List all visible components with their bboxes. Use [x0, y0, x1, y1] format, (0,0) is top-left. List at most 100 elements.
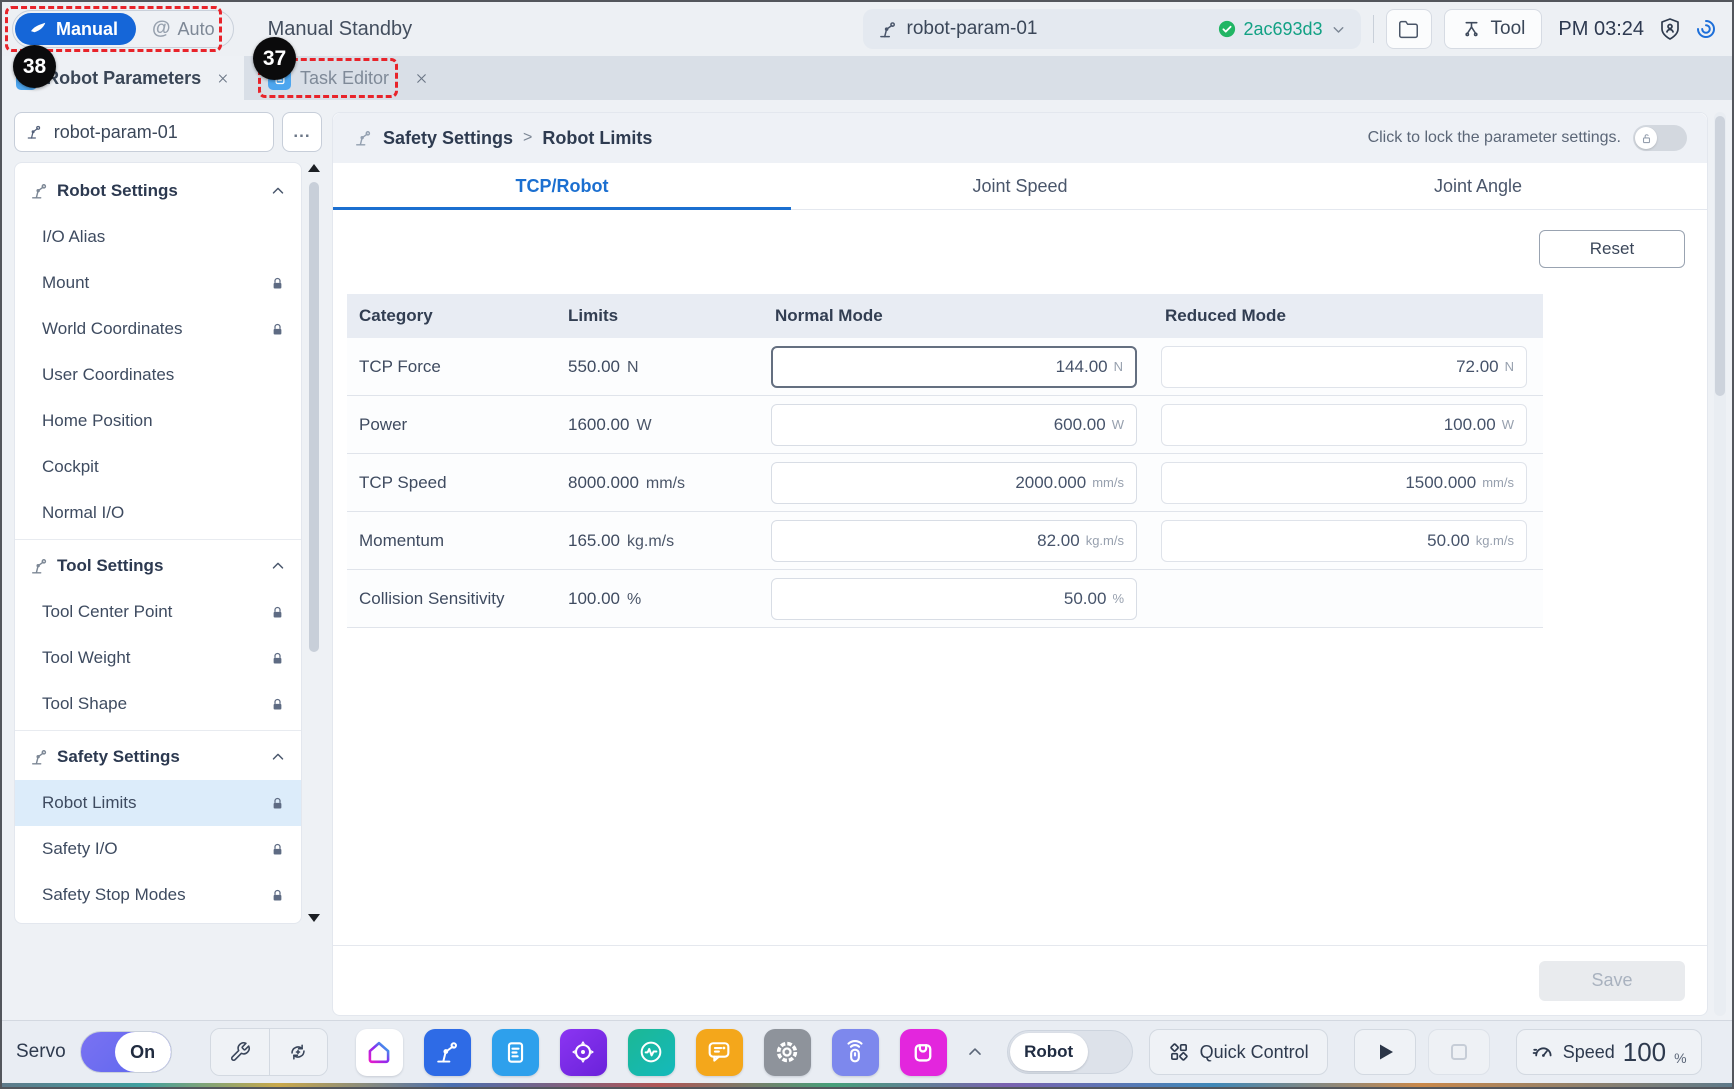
section-safety-settings[interactable]: Safety Settings [15, 734, 301, 780]
sidebar-item-tool-shape[interactable]: Tool Shape [15, 681, 301, 727]
servo-toggle[interactable]: On [80, 1031, 172, 1073]
close-tab-icon[interactable] [414, 71, 429, 86]
remote-control-icon [841, 1038, 869, 1066]
section-tool-settings[interactable]: Tool Settings [15, 543, 301, 589]
parameter-name-field[interactable] [14, 112, 274, 152]
divider [1373, 15, 1374, 43]
parameter-name-input[interactable] [52, 121, 263, 144]
tool-gripper-icon [1461, 19, 1482, 40]
sidebar-item-tool-center-point[interactable]: Tool Center Point [15, 589, 301, 635]
robot-sim-toggle[interactable]: Robot [1007, 1030, 1133, 1074]
tool-button[interactable]: Tool [1444, 9, 1543, 49]
scroll-up-arrow[interactable] [308, 164, 320, 172]
settings-tree: Robot Settings I/O Alias Mount World Coo… [14, 162, 302, 924]
lock-hint-text: Click to lock the parameter settings. [1368, 129, 1621, 147]
robot-icon [29, 181, 49, 201]
sidebar-item-robot-limits[interactable]: Robot Limits [15, 780, 301, 826]
utility-button-group [210, 1028, 328, 1076]
section-robot-settings[interactable]: Robot Settings [15, 168, 301, 214]
limits-content: Reset Category Limits Normal Mode Reduce… [333, 210, 1707, 1015]
auto-mode-icon: @ [152, 18, 171, 40]
sidebar-scrollbar[interactable] [306, 162, 322, 924]
quick-control-button[interactable]: Quick Control [1149, 1029, 1328, 1075]
panel-header: Safety Settings > Robot Limits Click to … [333, 113, 1707, 163]
tool-button-label: Tool [1491, 18, 1526, 40]
sidebar-item-world-coordinates[interactable]: World Coordinates [15, 306, 301, 352]
app-window: Manual @ Auto Manual Standby robot-param… [0, 0, 1734, 1089]
sync-swirl-icon[interactable] [1694, 17, 1718, 41]
open-file-button[interactable] [1386, 9, 1432, 49]
app-home[interactable] [356, 1029, 403, 1076]
more-options-button[interactable]: ... [282, 112, 322, 152]
sidebar-item-io-alias[interactable]: I/O Alias [15, 214, 301, 260]
section-divider [15, 730, 301, 731]
stop-icon [1447, 1040, 1471, 1064]
reduced-mode-input[interactable]: 100.00W [1161, 404, 1527, 446]
reduced-mode-input[interactable]: 72.00N [1161, 346, 1527, 388]
sidebar-item-mount[interactable]: Mount [15, 260, 301, 306]
manual-mode-button[interactable]: Manual [15, 13, 136, 45]
auto-mode-button[interactable]: @ Auto [136, 13, 231, 45]
tab-tcp-robot[interactable]: TCP/Robot [333, 163, 791, 209]
active-parameter-dropdown[interactable]: robot-param-01 2ac693d3 [863, 9, 1361, 49]
app-robot-parameters[interactable] [424, 1029, 471, 1076]
normal-mode-input[interactable]: 50.00% [771, 578, 1137, 620]
scrollbar-thumb[interactable] [1715, 116, 1725, 396]
maintenance-button[interactable] [211, 1029, 269, 1075]
app-status-monitor[interactable] [628, 1029, 675, 1076]
stop-button[interactable] [1428, 1029, 1490, 1075]
speed-control-button[interactable]: Speed 100 % [1516, 1029, 1702, 1075]
tab-joint-angle[interactable]: Joint Angle [1249, 163, 1707, 209]
panel-footer: Save [333, 945, 1707, 1015]
app-store[interactable] [900, 1029, 947, 1076]
waveform-icon [637, 1038, 665, 1066]
table-row-power: Power 1600.00W 600.00W 100.00W [347, 396, 1543, 454]
normal-mode-input[interactable]: 600.00W [771, 404, 1137, 446]
limit-value: 8000.000mm/s [552, 473, 767, 493]
quick-control-label: Quick Control [1200, 1042, 1309, 1063]
section-label: Safety Settings [57, 747, 180, 767]
update-cycle-button[interactable] [269, 1029, 327, 1075]
reduced-mode-input[interactable]: 50.00kg.m/s [1161, 520, 1527, 562]
normal-mode-input[interactable]: 144.00N [771, 346, 1137, 388]
safety-user-shield-icon[interactable] [1658, 17, 1682, 41]
sidebar-item-home-position[interactable]: Home Position [15, 398, 301, 444]
scroll-down-arrow[interactable] [308, 914, 320, 922]
close-tab-icon[interactable] [216, 71, 230, 86]
sidebar-item-user-coordinates[interactable]: User Coordinates [15, 352, 301, 398]
lock-icon [270, 842, 285, 857]
home-icon [365, 1038, 393, 1066]
play-button[interactable] [1354, 1029, 1416, 1075]
robot-toggle-label: Robot [1010, 1033, 1088, 1071]
sidebar-item-safety-io[interactable]: Safety I/O [15, 826, 301, 872]
annotation-badge-37: 37 [253, 37, 296, 80]
table-row-momentum: Momentum 165.00kg.m/s 82.00kg.m/s 50.00k… [347, 512, 1543, 570]
sidebar-item-normal-io[interactable]: Normal I/O [15, 490, 301, 536]
normal-mode-input[interactable]: 82.00kg.m/s [771, 520, 1137, 562]
desktop-edge-strip [2, 1083, 1732, 1087]
jog-target-icon [569, 1038, 597, 1066]
store-bag-icon [909, 1038, 937, 1066]
app-remote-control[interactable] [832, 1029, 879, 1076]
app-jog[interactable] [560, 1029, 607, 1076]
save-button[interactable]: Save [1539, 961, 1685, 1001]
manual-mode-icon [29, 20, 48, 39]
app-log[interactable] [696, 1029, 743, 1076]
play-icon [1373, 1040, 1397, 1064]
sidebar-item-cockpit[interactable]: Cockpit [15, 444, 301, 490]
reset-button[interactable]: Reset [1539, 230, 1685, 268]
sidebar-item-tool-weight[interactable]: Tool Weight [15, 635, 301, 681]
reduced-mode-input[interactable]: 1500.000mm/s [1161, 462, 1527, 504]
parameter-lock-toggle[interactable] [1633, 125, 1687, 151]
scrollbar-thumb[interactable] [309, 182, 319, 652]
content-scrollbar[interactable] [1714, 112, 1726, 1016]
robot-icon [353, 128, 373, 148]
app-task-editor[interactable] [492, 1029, 539, 1076]
tab-label: Robot Parameters [46, 68, 201, 89]
normal-mode-input[interactable]: 2000.000mm/s [771, 462, 1137, 504]
app-settings[interactable] [764, 1029, 811, 1076]
tab-joint-speed[interactable]: Joint Speed [791, 163, 1249, 209]
col-header-limits: Limits [552, 306, 767, 326]
dock-collapse-chevron-icon[interactable] [965, 1042, 985, 1062]
sidebar-item-safety-stop-modes[interactable]: Safety Stop Modes [15, 872, 301, 918]
